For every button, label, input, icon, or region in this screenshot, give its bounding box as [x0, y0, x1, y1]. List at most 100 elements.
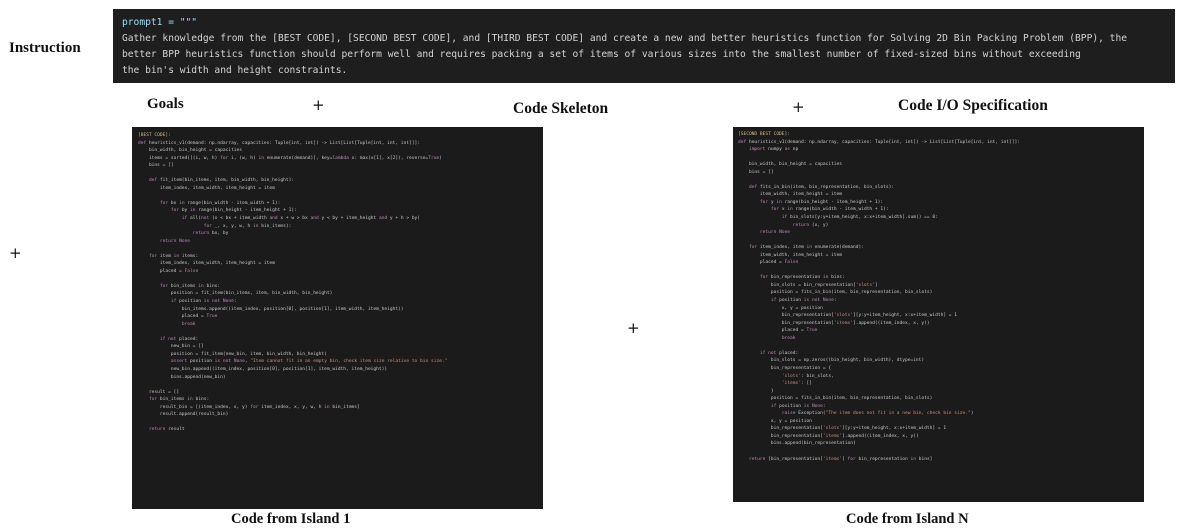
code-line: items = sorted([(i, w, h) for i, (w, h) … — [138, 155, 442, 161]
code-line: return None — [159, 238, 191, 244]
code-line: position = fits_in_bin(item, bin_represe… — [738, 290, 933, 296]
code-line: if bin_slots[y:y+item_height, x:x+item_w… — [781, 215, 938, 221]
prompt-line-1: Gather knowledge from the [BEST CODE], [… — [122, 33, 1128, 44]
instruction-label: Instruction — [9, 40, 81, 56]
code-line: 'items': [] — [781, 381, 812, 387]
code-line: bin_representation = { — [738, 365, 832, 371]
code-line: if not placed: — [759, 350, 799, 356]
code-line: return bx, by — [192, 231, 229, 237]
code-line: bin_representation['items'].append((item… — [738, 320, 930, 326]
prompt-code-box: prompt1 = """ Gather knowledge from the … — [113, 9, 1175, 83]
code-line: if position is not None: — [770, 298, 837, 304]
prompt-line-2: better BPP heuristics function should pe… — [122, 49, 1081, 60]
code-line: bins.append(bin_representation) — [738, 441, 856, 447]
code-line: [BEST CODE]: — [138, 133, 171, 138]
code-line: [SECOND BEST CODE]: — [738, 132, 791, 137]
code-line: result.append(result_bin) — [138, 412, 229, 418]
code-line: for bin_items in bins: — [159, 283, 221, 289]
code-line: for y in range(bin_height - item_height … — [759, 199, 884, 205]
code-line: for bx in range(bin_width - item_width +… — [159, 200, 281, 206]
code-line: for by in range(bin_height - item_height… — [170, 208, 297, 214]
code-line: item_index, item_width, item_height = it… — [138, 261, 275, 267]
code-line: def heuristics_v1(demand: np.ndarray, ca… — [138, 140, 420, 146]
code-line: bin_items.append((item_index, position[0… — [138, 306, 404, 312]
code-line: return [bin_representation['items'] for … — [748, 456, 933, 462]
code-line: return (x, y) — [792, 222, 829, 228]
code-line: for item in items: — [148, 253, 199, 259]
plus-sign-left: + — [9, 244, 22, 262]
code-line: if all(not (x < bx + item_width and x + … — [181, 216, 421, 222]
code-line: if position is not None: — [170, 299, 237, 305]
code-line: result_bin = [(item_index, x, y) for ite… — [138, 404, 360, 410]
prompt-line-3: the bin's width and height constraints. — [122, 65, 348, 76]
code-line: position = fit_item(bin_items, item, bin… — [138, 291, 333, 297]
code-line: position = fits_in_bin(item, bin_represe… — [738, 396, 933, 402]
code-line: if position is None: — [770, 403, 826, 409]
code-line: result = [] — [138, 389, 180, 395]
code-line: item_width, item_height = item — [738, 192, 843, 198]
code-line: for item_index, item in enumerate(demand… — [748, 245, 864, 251]
code-skeleton-label: Code Skeleton — [513, 100, 609, 117]
code-line: placed = False — [738, 260, 799, 266]
code-line: bin_slots = np.zeros((bin_height, bin_wi… — [738, 358, 925, 364]
code-line: assert position is not None, "Item canno… — [170, 359, 448, 365]
code-line: position = fit_item(new_bin, item, bin_w… — [138, 351, 327, 357]
goals-label: Goals — [147, 96, 184, 112]
plus-sign-2: + — [792, 98, 805, 116]
code-line: break — [181, 321, 196, 327]
code-line: item_width, item_height = item — [738, 252, 843, 258]
code-line: bin_width, bin_height = capacities — [138, 148, 243, 154]
code-line: return result — [148, 427, 185, 433]
code-line: x, y = position — [738, 418, 812, 424]
island-1-caption: Code from Island 1 — [231, 511, 351, 527]
prompt-header: prompt1 = """ — [122, 17, 198, 28]
code-line: bin_width, bin_height = capacities — [738, 162, 843, 168]
code-line: import numpy as np — [748, 147, 799, 153]
code-line: for _, x, y, w, h in bin_items): — [203, 223, 292, 229]
code-line: bins.append(new_bin) — [138, 374, 226, 380]
code-line: placed = False — [138, 268, 199, 274]
code-line: placed = True — [138, 314, 218, 320]
code-line: for x in range(bin_width - item_width + … — [770, 207, 889, 213]
plus-sign-1: + — [312, 96, 325, 114]
code-io-spec-label: Code I/O Specification — [898, 97, 1048, 114]
code-line: bin_representation['items'].append((item… — [738, 433, 919, 439]
code-line: if not placed: — [159, 336, 199, 342]
code-line: bin_representation['slots'][y:y+item_hei… — [738, 426, 947, 432]
code-line: new_bin.append((item_index, position[0],… — [138, 366, 388, 372]
code-line: } — [738, 388, 774, 394]
code-line: new_bin = [] — [138, 344, 204, 350]
code-line: bin_representation['slots'][y:y+item_hei… — [738, 313, 958, 319]
code-line: def fit_item(bin_items, item, bin_width,… — [148, 178, 295, 184]
code-line: def fits_in_bin(item, bin_representation… — [748, 184, 895, 190]
plus-sign-middle: + — [627, 319, 640, 337]
code-line: for bin_representation in bins: — [759, 275, 845, 281]
code-line: bins = [] — [738, 169, 774, 175]
code-line: break — [781, 335, 796, 341]
island-1-code-block: [BEST CODE]: def heuristics_v1(demand: np… — [132, 127, 543, 509]
code-line: return None — [759, 230, 791, 236]
island-n-code-block: [SECOND BEST CODE]: def heuristics_v1(dem… — [733, 127, 1144, 502]
code-line: bins = [] — [138, 163, 174, 169]
island-n-caption: Code from Island N — [846, 511, 969, 527]
code-line: 'slots': bin_slots, — [781, 373, 834, 379]
code-line: for bin_items in bins: — [148, 397, 210, 403]
code-line: placed = True — [738, 328, 818, 334]
code-line: bin_slots = bin_representation['slots'] — [738, 282, 878, 288]
code-line: raise Exception("The item does not fit i… — [781, 411, 974, 417]
code-line: def heuristics_v1(demand: np.ndarray, ca… — [738, 139, 1020, 145]
code-line: x, y = position — [738, 305, 823, 311]
